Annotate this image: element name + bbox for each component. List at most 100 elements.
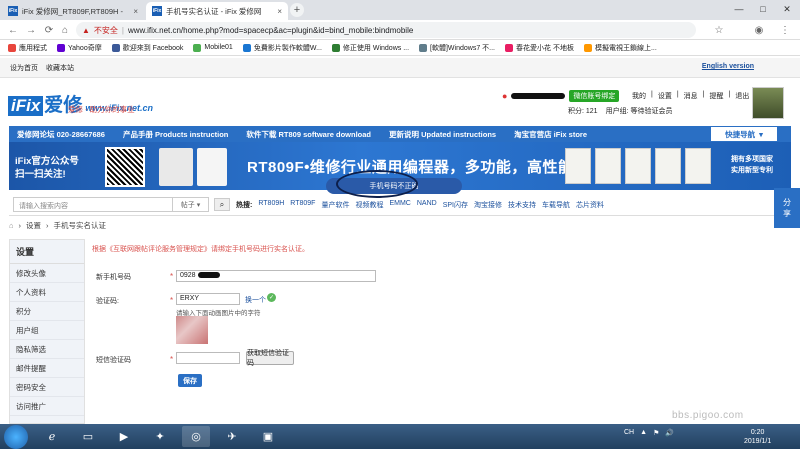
hot-search-label: 热搜: <box>236 202 253 209</box>
close-tab-icon[interactable]: × <box>133 7 138 16</box>
back-icon[interactable]: ← <box>6 23 20 37</box>
site-favicon-icon: iFix <box>8 6 18 16</box>
sidebar-item-privacy[interactable]: 隐私筛选 <box>10 340 84 359</box>
bookmark-mobile01[interactable]: Mobile01 <box>193 43 233 52</box>
page-icon <box>505 43 513 52</box>
sidebar-item-credits[interactable]: 积分 <box>10 302 84 321</box>
user-link-settings[interactable]: 设置 <box>658 91 672 101</box>
bookmark-apps[interactable]: 應用程式 <box>8 43 47 53</box>
captcha-input[interactable]: ERXY <box>176 293 240 305</box>
hot-search-item[interactable]: NAND <box>417 200 437 210</box>
volume-icon[interactable]: 🔊 <box>665 429 674 437</box>
hot-search-item[interactable]: SPI闪存 <box>443 200 468 210</box>
browser-tab-1[interactable]: iFix 手机号实名认证 - iFix 爱修网 × <box>146 2 288 20</box>
bookmark-yahoo[interactable]: Yahoo奇摩 <box>57 43 102 53</box>
media-player-icon[interactable]: ▶ <box>110 426 138 447</box>
close-tab-icon[interactable]: × <box>277 7 282 16</box>
user-link-logout[interactable]: 退出 <box>735 91 749 101</box>
sidebar-item-promotion[interactable]: 访问推广 <box>10 397 84 416</box>
user-link-mine[interactable]: 我的 <box>632 91 646 101</box>
user-group[interactable]: 用户组: 等待验证会员 <box>606 106 673 116</box>
sidebar-item-usergroup[interactable]: 用户组 <box>10 321 84 340</box>
hot-search-item[interactable]: 淘宝接修 <box>474 200 502 210</box>
user-link-messages[interactable]: 消息 <box>684 91 698 101</box>
captcha-refresh-link[interactable]: 换一个 <box>245 295 266 305</box>
required-mark: * <box>170 272 174 281</box>
wechat-bind-button[interactable]: 微信账号绑定 <box>569 90 620 102</box>
hot-search-item[interactable]: 技术支持 <box>508 200 536 210</box>
banner-patent-line2: 实用新型专利 <box>731 167 773 174</box>
search-type-select[interactable]: 帖子 ▾ <box>173 197 209 212</box>
bookmark-site-link[interactable]: 收藏本站 <box>46 63 74 73</box>
start-button[interactable] <box>4 425 28 449</box>
banner-wechat-text: iFix官方公众号 扫一扫关注! <box>15 155 79 181</box>
sidebar-item-security[interactable]: 密码安全 <box>10 378 84 397</box>
nav-item-manual[interactable]: 产品手册 Products instruction <box>123 129 228 140</box>
hot-search-item[interactable]: RT809F <box>290 200 315 210</box>
avatar[interactable] <box>752 87 784 119</box>
share-button[interactable]: 分 享 <box>774 188 800 228</box>
bookmark-facebook[interactable]: 歡迎來到 Facebook <box>111 43 183 53</box>
breadcrumb-sep: › <box>46 221 49 230</box>
menu-icon[interactable]: ⋮ <box>778 23 792 37</box>
maximize-button[interactable]: □ <box>752 2 774 16</box>
nav-item-forum[interactable]: 爱修网论坛 020-28667686 <box>17 129 105 140</box>
bookmark-windows-fix[interactable]: 修正使用 Windows ... <box>331 43 409 53</box>
breadcrumb-settings[interactable]: 设置 <box>26 220 41 231</box>
user-points[interactable]: 积分: 121 <box>568 106 598 116</box>
reload-icon[interactable]: ⟳ <box>42 23 56 37</box>
show-hidden-icons[interactable]: ▲ <box>640 429 647 437</box>
site-favicon-icon: iFix <box>152 6 162 16</box>
hot-search-item[interactable]: 车载导航 <box>542 200 570 210</box>
bookmark-video-software[interactable]: 免費影片製作軟體W... <box>242 43 322 53</box>
ie-icon[interactable]: ℯ <box>38 426 66 447</box>
hot-search-item[interactable]: 量产软件 <box>321 200 349 210</box>
account-icon[interactable]: ◉ <box>752 23 766 37</box>
forward-icon[interactable]: → <box>24 23 38 37</box>
sidebar-item-email[interactable]: 邮件提醒 <box>10 359 84 378</box>
star-icon[interactable]: ☆ <box>712 23 726 37</box>
flag-icon[interactable]: ⚑ <box>653 429 659 437</box>
nav-item-updates[interactable]: 更新说明 Updated instructions <box>389 129 496 140</box>
hot-search-item[interactable]: RT809H <box>258 200 284 210</box>
captcha-image[interactable] <box>176 316 208 344</box>
sidebar-item-avatar[interactable]: 修改头像 <box>10 264 84 283</box>
get-sms-button[interactable]: 获取短信验证码 <box>246 350 294 367</box>
nav-item-store[interactable]: 淘宝官营店 iFix store <box>514 129 587 140</box>
required-mark: * <box>170 355 174 364</box>
product-image <box>197 148 227 186</box>
save-button[interactable]: 保存 <box>178 374 202 387</box>
set-homepage-link[interactable]: 设为首页 <box>10 63 38 73</box>
close-window-button[interactable]: ✕ <box>776 2 798 16</box>
minimize-button[interactable]: — <box>728 2 750 16</box>
sms-input[interactable] <box>176 352 240 364</box>
address-bar[interactable]: ▲ 不安全 | www.ifix.net.cn/home.php?mod=spa… <box>76 22 696 38</box>
new-tab-button[interactable]: + <box>290 3 304 17</box>
home-icon[interactable]: ⌂ <box>58 23 72 37</box>
sidebar-item-profile[interactable]: 个人资料 <box>10 283 84 302</box>
bookmark-windows7[interactable]: [軟體]Windows7 不... <box>419 43 495 53</box>
notice-text: 根据《互联网跟帖评论服务管理规定》请绑定手机号码进行实名认证。 <box>92 246 309 253</box>
home-icon[interactable]: ⌂ <box>9 221 14 230</box>
nav-item-download[interactable]: 软件下载 RT809 software download <box>246 129 371 140</box>
app-icon[interactable]: ✦ <box>146 426 174 447</box>
hot-search-item[interactable]: 芯片资料 <box>576 200 604 210</box>
input-language[interactable]: CH <box>624 429 634 437</box>
search-icon[interactable]: ⌕ <box>214 198 230 211</box>
runner-icon[interactable]: ✈ <box>218 426 246 447</box>
folder-icon[interactable]: ▭ <box>74 426 102 447</box>
clock[interactable]: 0:20 2019/1/1 <box>744 428 771 446</box>
hot-search-item[interactable]: 视频教程 <box>355 200 383 210</box>
user-link-alerts[interactable]: 提醒 <box>709 91 723 101</box>
app-icon[interactable]: ▣ <box>254 426 282 447</box>
phone-input[interactable]: 0928 <box>176 270 376 282</box>
quick-nav-button[interactable]: 快捷导航 ▾ <box>711 127 777 141</box>
sidebar-title: 设置 <box>10 240 84 264</box>
english-version-link[interactable]: English version <box>702 63 754 70</box>
chrome-icon[interactable]: ◎ <box>182 426 210 447</box>
browser-tab-0[interactable]: iFix iFix 爱修网_RT809F,RT809H - × <box>2 2 144 20</box>
bookmark-tv[interactable]: 模擬電視王鎖線上... <box>583 43 657 53</box>
bookmark-chunhua[interactable]: 春花愛小花 不地板 <box>505 43 574 53</box>
hot-search-item[interactable]: EMMC <box>389 200 410 210</box>
search-input[interactable]: 请输入搜索内容 <box>13 197 173 212</box>
